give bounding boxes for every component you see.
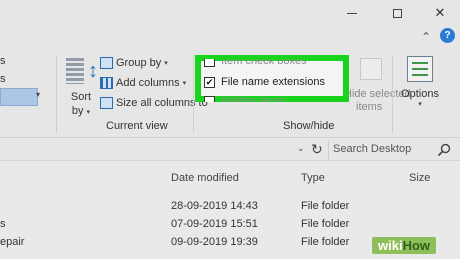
ribbon-divider	[392, 55, 393, 133]
sort-by-button[interactable]: ↕ Sort by ▾	[60, 56, 102, 120]
file-name: epair	[0, 236, 25, 248]
file-date: 28-09-2019 14:43	[171, 200, 258, 212]
column-header-date[interactable]: Date modified	[171, 172, 239, 184]
search-icon[interactable]	[436, 142, 452, 158]
group-by-icon	[100, 57, 113, 69]
file-date: 09-09-2019 19:39	[171, 236, 258, 248]
group-by-label: Group by	[116, 57, 162, 69]
sort-by-label-2: by ▾	[71, 105, 91, 117]
close-button[interactable]: ✕	[423, 2, 457, 24]
help-icon: ?	[444, 30, 451, 41]
address-dropdown-icon[interactable]: ⌄	[297, 143, 305, 154]
show-hide-group-label: Show/hide	[283, 120, 335, 132]
minimize-button[interactable]	[335, 2, 369, 24]
file-type: File folder	[301, 200, 350, 212]
watermark-logo: wikiHow	[372, 237, 437, 254]
add-columns-icon	[100, 77, 113, 89]
search-placeholder: Search Desktop	[333, 143, 412, 155]
refresh-icon[interactable]: ↻	[311, 141, 323, 158]
collapse-ribbon-icon[interactable]: ⌃	[421, 30, 431, 44]
layout-list-item[interactable]: s	[0, 52, 38, 70]
close-icon: ✕	[434, 5, 446, 20]
options-label: Options	[401, 88, 439, 100]
sort-icon: ↕	[64, 56, 98, 86]
minimize-icon	[347, 12, 357, 14]
table-row[interactable]: 28-09-2019 14:43 File folder	[0, 197, 460, 217]
sort-by-label: Sort	[70, 91, 92, 103]
layout-list-more-icon[interactable]: ▾	[36, 90, 46, 104]
table-row[interactable]: s 07-09-2019 15:51 File folder	[0, 215, 460, 235]
options-button[interactable]: Options ▾	[398, 56, 442, 108]
file-date: 07-09-2019 15:51	[171, 218, 258, 230]
add-columns-label: Add columns	[116, 77, 180, 89]
column-header-size[interactable]: Size	[409, 172, 430, 184]
maximize-icon	[392, 8, 402, 18]
group-by-button[interactable]: Group by ▾	[100, 54, 168, 72]
help-button[interactable]: ?	[440, 28, 455, 43]
file-type: File folder	[301, 236, 350, 248]
file-name-extensions-label: File name extensions	[221, 76, 325, 88]
chevron-down-icon: ▾	[418, 101, 422, 108]
file-type: File folder	[301, 218, 350, 230]
size-all-columns-button[interactable]: Size all columns to	[100, 94, 208, 112]
add-columns-button[interactable]: Add columns ▾	[100, 74, 186, 92]
layout-list: s s	[0, 52, 38, 106]
current-view-group-label: Current view	[106, 120, 168, 132]
layout-list-item[interactable]: s	[0, 70, 38, 88]
options-icon	[407, 56, 433, 82]
chevron-down-icon: ▾	[164, 60, 168, 67]
file-name-extensions-checkbox[interactable]: ✔	[204, 76, 215, 88]
ribbon-tabs-area	[0, 26, 460, 48]
maximize-button[interactable]	[380, 2, 414, 24]
chevron-down-icon: ▾	[182, 80, 187, 87]
layout-list-item-selected[interactable]	[0, 88, 38, 106]
hide-selected-icon	[360, 58, 382, 80]
column-header-type[interactable]: Type	[301, 172, 325, 184]
ribbon-divider	[56, 55, 57, 133]
size-columns-icon	[100, 97, 113, 109]
ribbon-divider	[193, 55, 194, 133]
file-name-extensions-toggle[interactable]: ✔ File name extensions	[204, 73, 325, 91]
file-name: s	[0, 218, 6, 230]
